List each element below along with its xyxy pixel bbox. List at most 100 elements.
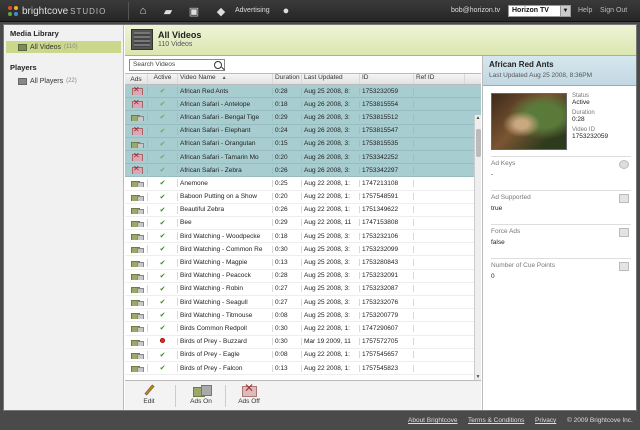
- edit-button[interactable]: Edit: [129, 384, 169, 405]
- table-row[interactable]: ✔ Anemone 0:25 Aug 22 2008, 1: 1747213108: [125, 177, 481, 191]
- sign-out-link[interactable]: Sign Out: [600, 7, 627, 14]
- detail-last-updated: Last Updated Aug 25 2008, 8:36PM: [489, 72, 592, 79]
- chevron-down-icon[interactable]: ▼: [560, 6, 570, 16]
- name-cell: Bird Watching - Peacock: [178, 272, 273, 280]
- ads-cell: [125, 284, 148, 293]
- ads-cell: [125, 205, 148, 214]
- table-row[interactable]: ✔ African Safari - Orangutan 0:15 Aug 26 20…: [125, 137, 481, 151]
- table-row[interactable]: ✔ African Safari - Tamarin Mo0:20Aug 26 2…: [125, 150, 481, 165]
- account-select[interactable]: Horizon TV ▼: [508, 5, 571, 17]
- updated-cell: Aug 22 2008, 1:: [302, 324, 360, 332]
- table-row[interactable]: ✔ Bird Watching - Robin 0:27 Aug 25 2008, 3…: [125, 283, 481, 296]
- active-cell: ✔: [148, 350, 178, 359]
- edit-field-icon[interactable]: [619, 228, 629, 237]
- ads-cell: [125, 298, 148, 307]
- table-row[interactable]: ✔ Bird Watching - Magpie 0:13 Aug 25 2008, …: [125, 256, 481, 270]
- column-header[interactable]: Last Updated: [302, 74, 360, 84]
- table-row[interactable]: ✔ African Safari - Elephant0:24Aug 26 200…: [125, 124, 481, 138]
- video-thumbnail: [491, 93, 567, 150]
- table-row[interactable]: ✔ Birds of Prey - Falcon 0:13 Aug 22 2008, …: [125, 362, 481, 376]
- active-cell: ✔: [148, 218, 178, 227]
- checkmark-icon: ✔: [159, 114, 166, 122]
- ads-enabled-icon: [131, 324, 144, 333]
- table-row[interactable]: ✔ Bird Watching - Woodpecke 0:18 Aug 25 200…: [125, 230, 481, 244]
- updated-cell: Aug 26 2008, 3:: [302, 153, 360, 161]
- edit-field-icon[interactable]: [619, 194, 629, 203]
- updated-cell: Aug 22 2008, 1:: [302, 351, 360, 359]
- duration-cell: 0:30: [273, 324, 302, 332]
- action-bar: Edit Ads On Ads Off: [125, 380, 481, 410]
- column-header[interactable]: Ads: [125, 74, 148, 84]
- ads-on-button[interactable]: Ads On: [181, 384, 221, 405]
- ads-enabled-icon: [131, 272, 144, 280]
- library-header: All Videos 110 Videos: [125, 25, 636, 56]
- duration-cell: 0:30: [273, 245, 302, 253]
- sort-asc-icon[interactable]: ▲: [222, 75, 227, 81]
- terms-link[interactable]: Terms & Conditions: [468, 417, 524, 424]
- advertising-link[interactable]: Advertising: [235, 7, 270, 14]
- sidebar: Media Library All Videos (110) Players A…: [4, 25, 124, 410]
- info-icon[interactable]: [619, 160, 629, 169]
- duration-cell: 0:25: [273, 179, 302, 187]
- checkmark-icon: ✔: [159, 325, 166, 333]
- home-icon[interactable]: ⌂: [134, 3, 152, 19]
- search-input[interactable]: Search Videos: [129, 59, 225, 71]
- edit-field-icon[interactable]: [619, 262, 629, 271]
- privacy-link[interactable]: Privacy: [535, 417, 556, 424]
- column-header[interactable]: Ref ID: [414, 74, 465, 84]
- column-header[interactable]: Video Name ▲: [178, 74, 273, 84]
- sidebar-item-all-players[interactable]: All Players (22): [6, 75, 121, 87]
- grid-scrollbar[interactable]: ▲ ▼: [474, 115, 481, 380]
- updated-cell: Aug 26 2008, 3:: [302, 113, 360, 121]
- active-cell: ✔: [148, 100, 178, 109]
- scroll-up-icon[interactable]: ▲: [475, 115, 481, 121]
- table-row[interactable]: ✔ Baboon Putting on a Show 0:20 Aug 22 2008…: [125, 191, 481, 204]
- table-row[interactable]: ✔ African Safari - Bengal Tige 0:29 Aug 26 …: [125, 111, 481, 125]
- folder-icon[interactable]: ▰: [159, 3, 177, 19]
- active-cell: ✔: [148, 179, 178, 188]
- ads-cell: [125, 218, 148, 227]
- ads-enabled-icon: [131, 232, 144, 241]
- id-cell: 1753815547: [360, 127, 414, 135]
- search-icon[interactable]: [214, 61, 222, 69]
- column-header[interactable]: Active: [148, 74, 178, 84]
- table-row[interactable]: ✔ Beautiful Zebra 0:26 Aug 22 2008, 1: 17513…: [125, 204, 481, 217]
- table-row[interactable]: ✔ African Red Ants0:28Aug 25 2008, 8:1753…: [125, 85, 481, 99]
- ads-off-button[interactable]: Ads Off: [229, 381, 269, 405]
- checkmark-icon: ✔: [159, 154, 166, 162]
- id-cell: 1753232059: [360, 87, 414, 95]
- column-header[interactable]: ID: [360, 74, 414, 84]
- table-row[interactable]: ✔ Bird Watching - Common Re 0:30 Aug 25 200…: [125, 243, 481, 257]
- active-cell: ✔: [148, 324, 178, 333]
- table-row[interactable]: ✔ Bird Watching - Peacock 0:28 Aug 25 2008,…: [125, 270, 481, 283]
- sidebar-item-all-videos[interactable]: All Videos (110): [6, 41, 121, 53]
- column-header[interactable]: Duration: [273, 74, 302, 84]
- table-row[interactable]: ✔ Birds of Prey - Eagle 0:08 Aug 22 2008, 1…: [125, 349, 481, 362]
- chat-icon[interactable]: ●: [277, 3, 295, 19]
- table-row[interactable]: ✔ Bird Watching - Titmouse 0:08 Aug 25 2008…: [125, 309, 481, 323]
- name-cell: Birds of Prey - Buzzard: [178, 338, 273, 346]
- table-row[interactable]: ✔ Birds Common Redpoll 0:30 Aug 22 2008, 1:…: [125, 322, 481, 336]
- duration-cell: 0:13: [273, 259, 302, 267]
- studio-frame: Media Library All Videos (110) Players A…: [3, 24, 637, 411]
- ads-cell: [125, 258, 148, 267]
- active-cell: ✔: [148, 311, 178, 320]
- table-row[interactable]: Birds of Prey - Buzzard 0:30 Mar 19 2009, …: [125, 336, 481, 349]
- player-folder-icon: [18, 77, 27, 85]
- updated-cell: Aug 25 2008, 8:: [302, 87, 360, 95]
- table-row[interactable]: ✔ African Safari - Antelope0:18Aug 26 200…: [125, 98, 481, 112]
- help-link[interactable]: Help: [578, 7, 592, 14]
- id-cell: 1753815535: [360, 140, 414, 148]
- id-cell: 1753200779: [360, 311, 414, 319]
- about-link[interactable]: About Brightcove: [408, 417, 458, 424]
- player-icon[interactable]: ▣: [185, 3, 203, 19]
- table-row[interactable]: ✔ Bee 0:29 Aug 22 2008, 11 1747153808: [125, 217, 481, 231]
- table-row[interactable]: ✔ Bird Watching - Seagull 0:27 Aug 25 2008,…: [125, 296, 481, 310]
- table-row[interactable]: ✔ African Safari - Zebra0:26Aug 26 2008, …: [125, 164, 481, 178]
- active-cell: ✔: [148, 87, 178, 96]
- updated-cell: Aug 22 2008, 1:: [302, 206, 360, 214]
- duration-cell: 0:30: [273, 338, 302, 346]
- advertising-icon[interactable]: ◆: [212, 3, 230, 19]
- film-strip-icon: [131, 29, 153, 50]
- scroll-thumb[interactable]: [476, 129, 481, 157]
